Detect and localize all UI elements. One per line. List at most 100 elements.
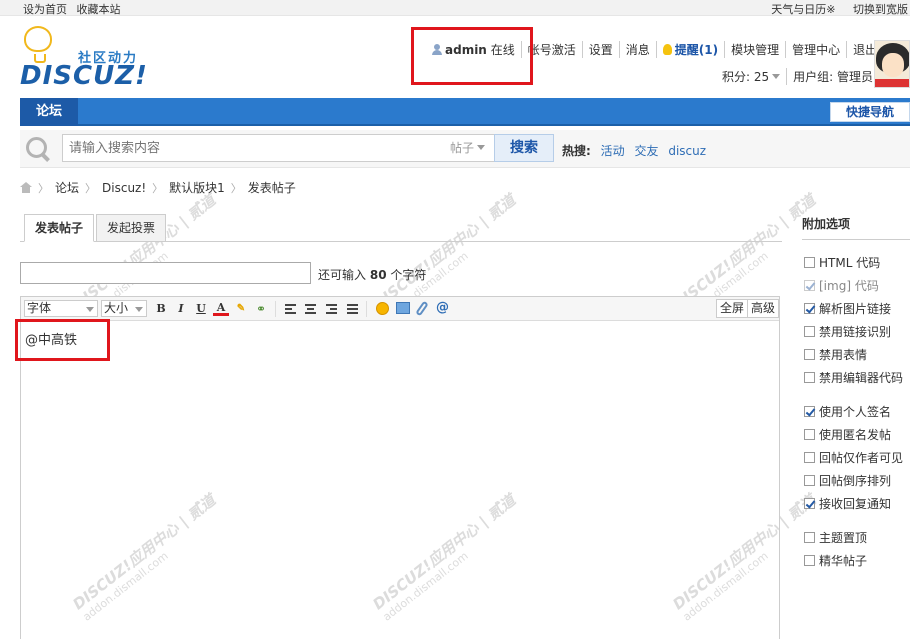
image-icon[interactable] <box>396 302 410 314</box>
hot-search: 热搜: 活动 交友 discuz <box>562 142 706 159</box>
align-right-icon[interactable] <box>326 304 337 314</box>
set-home-link[interactable]: 设为首页 <box>23 3 67 16</box>
option-label: 使用匿名发帖 <box>819 428 892 442</box>
checkbox-icon[interactable] <box>804 280 815 291</box>
weather-link[interactable]: 天气与日历※ <box>771 3 835 16</box>
option-label: 回帖仅作者可见 <box>819 451 904 465</box>
checkbox-icon[interactable] <box>804 429 815 440</box>
checkbox-icon[interactable] <box>804 303 815 314</box>
option-label: 使用个人签名 <box>819 405 892 419</box>
option-checkbox[interactable]: 主题置顶 <box>804 529 867 546</box>
options-title: 附加选项 <box>802 214 910 240</box>
font-select[interactable]: 字体 <box>24 300 98 317</box>
nav-tab-forum[interactable]: 论坛 <box>20 98 78 126</box>
search-type-select[interactable]: 帖子 <box>448 134 496 162</box>
usergroup-label[interactable]: 用户组: 管理员 <box>786 68 879 85</box>
post-type-tabs: 发表帖子 发起投票 <box>20 214 782 242</box>
underline-button[interactable]: U <box>193 301 209 317</box>
checkbox-icon[interactable] <box>804 498 815 509</box>
checkbox-icon[interactable] <box>804 532 815 543</box>
option-checkbox[interactable]: [img] 代码 <box>804 277 879 294</box>
avatar[interactable] <box>874 40 910 88</box>
remind-link[interactable]: 提醒(1) <box>655 41 724 58</box>
option-label: 主题置顶 <box>819 531 868 545</box>
hot-term-link[interactable]: 交友 <box>634 144 658 158</box>
checkbox-icon[interactable] <box>804 452 815 463</box>
editor-content[interactable]: @中高铁 <box>25 329 77 348</box>
option-checkbox[interactable]: 解析图片链接 <box>804 300 891 317</box>
lightbulb-icon <box>662 44 672 55</box>
font-color-button[interactable]: A <box>213 301 229 316</box>
post-editor: 字体 大小 B I U A ✎ ⚭ @ 全屏 高级 @中高铁 <box>20 296 780 639</box>
align-justify-icon[interactable] <box>347 304 358 314</box>
quick-nav-button[interactable]: 快捷导航 <box>830 102 910 122</box>
breadcrumb-item[interactable]: 论坛 <box>55 181 79 195</box>
breadcrumb: 〉论坛〉 Discuz! 〉默认版块1 〉发表帖子 <box>20 179 296 196</box>
advanced-button[interactable]: 高级 <box>747 299 779 318</box>
breadcrumb-item[interactable]: Discuz! <box>102 181 146 195</box>
chevron-down-icon <box>135 307 143 312</box>
points-menu[interactable]: 积分: 25 <box>716 68 786 85</box>
checkbox-icon[interactable] <box>804 555 815 566</box>
activate-link[interactable]: 帐号激活 <box>520 41 582 58</box>
option-label: 禁用表情 <box>819 348 868 362</box>
option-checkbox[interactable]: 禁用表情 <box>804 346 867 363</box>
highlight-icon[interactable]: ✎ <box>233 301 249 317</box>
search-input[interactable] <box>62 134 450 162</box>
site-logo[interactable]: 社区动力 DISCUZ! <box>20 26 150 92</box>
user-status[interactable]: admin 在线 <box>432 41 521 58</box>
link-icon[interactable]: ⚭ <box>253 301 269 317</box>
module-manage-link[interactable]: 模块管理 <box>724 41 785 58</box>
user-nav: admin 在线 帐号激活 设置 消息 提醒(1) 模块管理 管理中心 退出 <box>432 41 883 58</box>
option-checkbox[interactable]: 禁用编辑器代码 <box>804 369 903 386</box>
editor-toolbar: 字体 大小 B I U A ✎ ⚭ @ 全屏 高级 <box>21 297 779 321</box>
checkbox-icon[interactable] <box>804 257 815 268</box>
breadcrumb-item[interactable]: 默认版块1 <box>169 181 225 195</box>
subject-input[interactable] <box>20 262 311 284</box>
char-counter: 还可输入 80 个字符 <box>318 268 427 282</box>
mention-icon[interactable]: @ <box>436 300 452 316</box>
option-label: 精华帖子 <box>819 554 868 568</box>
chevron-down-icon <box>477 145 486 150</box>
tab-poll[interactable]: 发起投票 <box>96 214 167 242</box>
option-checkbox[interactable]: 精华帖子 <box>804 552 867 569</box>
attachment-icon[interactable] <box>415 300 429 317</box>
option-checkbox[interactable]: 回帖仅作者可见 <box>804 449 903 466</box>
breadcrumb-current: 发表帖子 <box>247 181 296 195</box>
option-checkbox[interactable]: HTML 代码 <box>804 254 880 271</box>
bookmark-link[interactable]: 收藏本站 <box>77 3 121 16</box>
settings-link[interactable]: 设置 <box>581 41 619 58</box>
tab-post-thread[interactable]: 发表帖子 <box>24 214 95 242</box>
option-label: 接收回复通知 <box>819 497 892 511</box>
fullscreen-button[interactable]: 全屏 <box>716 299 749 318</box>
align-center-icon[interactable] <box>305 304 316 314</box>
option-checkbox[interactable]: 使用匿名发帖 <box>804 426 891 443</box>
option-label: [img] 代码 <box>819 279 879 293</box>
checkbox-icon[interactable] <box>804 475 815 486</box>
option-label: 禁用编辑器代码 <box>819 371 904 385</box>
option-checkbox[interactable]: 使用个人签名 <box>804 403 891 420</box>
checkbox-icon[interactable] <box>804 349 815 360</box>
option-label: 禁用链接识别 <box>819 325 892 339</box>
top-bar: 设为首页 收藏本站 天气与日历※ 切换到宽版 <box>0 0 910 16</box>
size-select[interactable]: 大小 <box>101 300 147 317</box>
bold-button[interactable]: B <box>153 301 169 317</box>
checkbox-icon[interactable] <box>804 406 815 417</box>
user-info: 积分: 25 用户组: 管理员 <box>716 68 879 85</box>
hot-term-link[interactable]: 活动 <box>601 144 625 158</box>
option-checkbox[interactable]: 回帖倒序排列 <box>804 472 891 489</box>
home-icon[interactable] <box>20 182 32 193</box>
switch-width-link[interactable]: 切换到宽版 <box>853 3 908 16</box>
smiley-icon[interactable] <box>376 302 389 315</box>
search-button[interactable]: 搜索 <box>494 134 554 162</box>
admin-center-link[interactable]: 管理中心 <box>785 41 846 58</box>
option-checkbox[interactable]: 接收回复通知 <box>804 495 891 512</box>
checkbox-icon[interactable] <box>804 326 815 337</box>
hot-term-link[interactable]: discuz <box>668 144 706 158</box>
option-checkbox[interactable]: 禁用链接识别 <box>804 323 891 340</box>
username[interactable]: admin <box>445 43 487 57</box>
italic-button[interactable]: I <box>173 301 189 317</box>
checkbox-icon[interactable] <box>804 372 815 383</box>
messages-link[interactable]: 消息 <box>618 41 656 58</box>
align-left-icon[interactable] <box>285 304 296 314</box>
